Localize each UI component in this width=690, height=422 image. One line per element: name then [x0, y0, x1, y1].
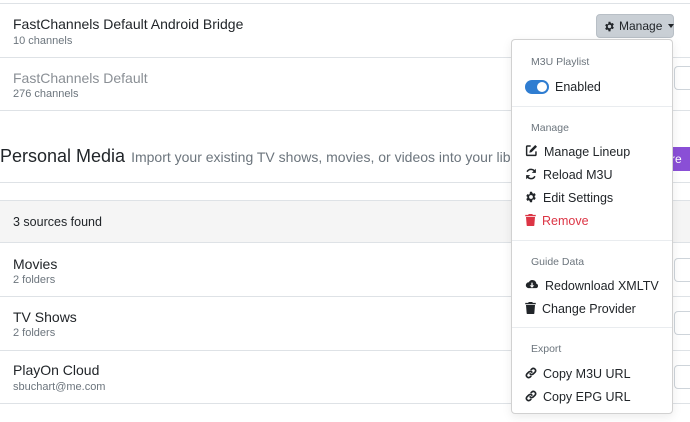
manage-button-label: Manage [619, 19, 663, 33]
trash-icon [525, 301, 536, 317]
media-source-sub: 2 folders [13, 274, 56, 286]
source-channel-count: 276 channels [13, 88, 79, 100]
gear-icon [604, 21, 615, 32]
menu-item-label: Redownload XMLTV [545, 279, 659, 293]
redownload-xmltv-item[interactable]: Redownload XMLTV [525, 276, 666, 296]
menu-item-label: Copy EPG URL [543, 390, 631, 404]
source-channel-count: 10 channels [13, 35, 73, 47]
enabled-toggle[interactable]: Enabled [525, 77, 666, 97]
section-description: Import your existing TV shows, movies, o… [131, 149, 523, 165]
gear-icon [525, 191, 537, 206]
menu-item-label: Change Provider [542, 302, 636, 316]
manage-lineup-item[interactable]: Manage Lineup [525, 142, 666, 162]
source-action-button[interactable] [674, 311, 690, 335]
edit-icon [525, 144, 538, 160]
m3u-playlist-header: M3U Playlist [531, 56, 590, 68]
caret-down-icon [668, 24, 675, 28]
source-action-button[interactable] [674, 258, 690, 282]
export-header: Export [531, 343, 562, 355]
divider [0, 3, 690, 4]
menu-item-label: Reload M3U [543, 168, 613, 182]
manage-dropdown-menu: M3U Playlist Enabled Manage Manage Lineu… [511, 39, 673, 414]
copy-m3u-url-item[interactable]: Copy M3U URL [525, 364, 666, 384]
sources-found-text: 3 sources found [13, 215, 102, 229]
manage-header: Manage [531, 122, 569, 134]
menu-divider [512, 106, 672, 107]
personal-media-heading: Personal Media Import your existing TV s… [0, 146, 523, 172]
media-source-sub: 2 folders [13, 327, 56, 339]
manage-button[interactable]: Manage [596, 14, 675, 38]
copy-epg-url-item[interactable]: Copy EPG URL [525, 387, 666, 407]
source-action-button[interactable] [674, 66, 690, 90]
media-source-name: TV Shows [13, 309, 77, 325]
sync-icon [525, 168, 537, 183]
remove-item[interactable]: Remove [525, 211, 666, 231]
cloud-download-icon [525, 279, 539, 294]
section-title: Personal Media [0, 146, 126, 166]
change-provider-item[interactable]: Change Provider [525, 299, 666, 319]
source-name: FastChannels Default Android Bridge [13, 16, 244, 32]
media-source-sub: sbuchart@me.com [13, 381, 106, 393]
menu-item-label: Edit Settings [543, 191, 614, 205]
source-action-button[interactable] [674, 365, 690, 389]
media-source-name: PlayOn Cloud [13, 362, 100, 378]
menu-item-label: Copy M3U URL [543, 367, 631, 381]
menu-divider [512, 240, 672, 241]
toggle-switch[interactable] [525, 80, 549, 94]
menu-item-label: Remove [542, 214, 589, 228]
guide-data-header: Guide Data [531, 256, 585, 268]
menu-divider [512, 327, 672, 328]
menu-item-label: Manage Lineup [544, 145, 631, 159]
link-icon [525, 367, 537, 382]
trash-icon [525, 213, 536, 229]
enabled-label: Enabled [555, 80, 601, 94]
source-name: FastChannels Default [13, 70, 148, 86]
media-source-name: Movies [13, 256, 58, 272]
link-icon [525, 390, 537, 405]
reload-m3u-item[interactable]: Reload M3U [525, 165, 666, 185]
edit-settings-item[interactable]: Edit Settings [525, 188, 666, 208]
